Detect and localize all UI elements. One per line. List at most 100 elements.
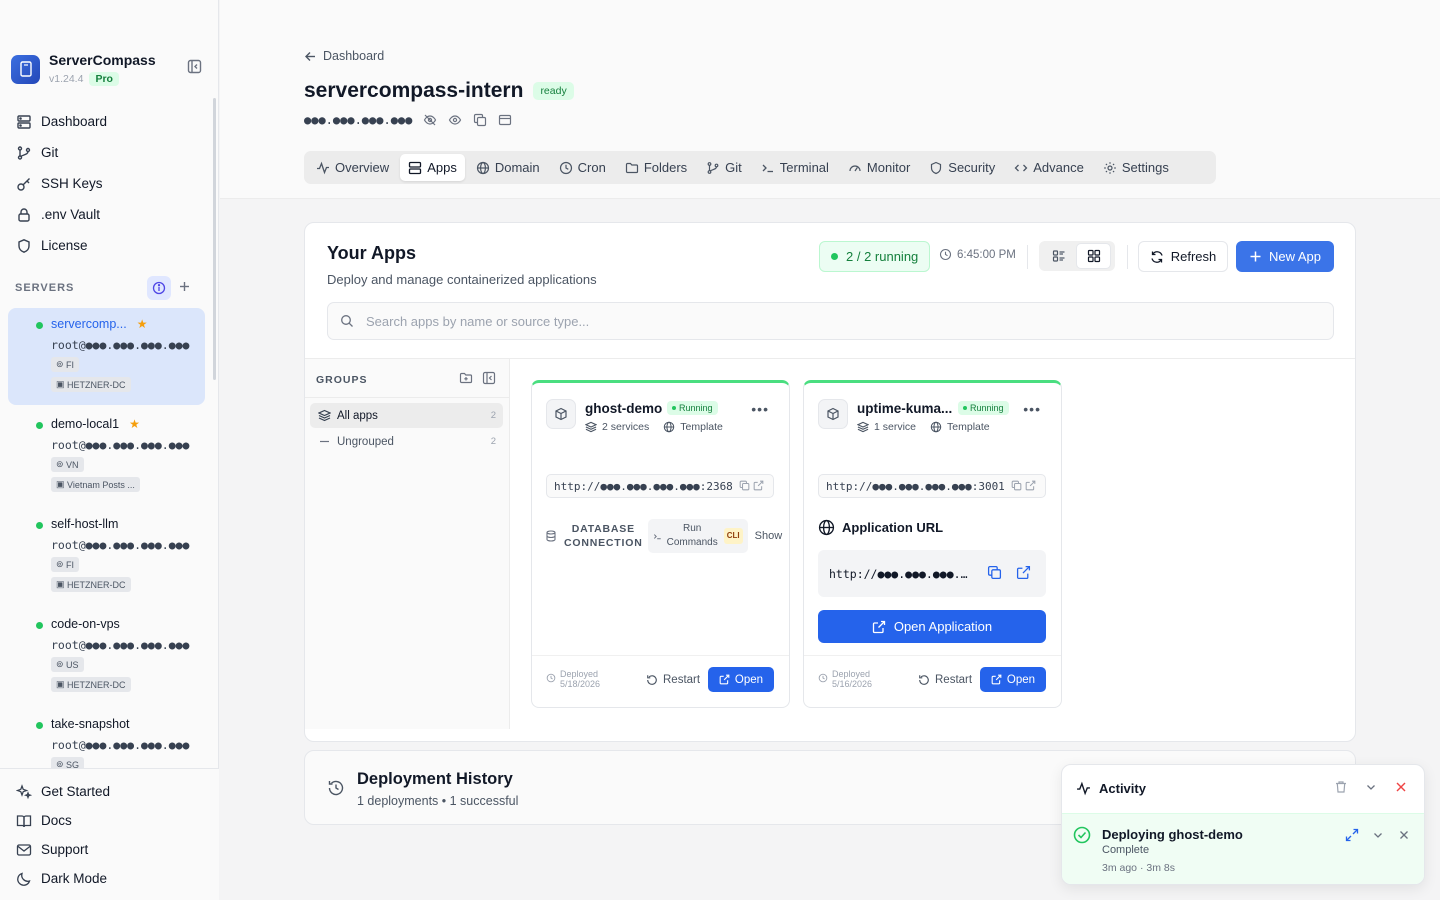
tab-advance[interactable]: Advance [1006,154,1092,181]
book-icon [16,814,32,827]
chevron-down-icon[interactable] [1371,828,1385,842]
globe-icon [664,421,675,433]
nav-license[interactable]: License [16,230,107,261]
provider-tag: ▣ HETZNER-DC [51,677,131,692]
tab-folders[interactable]: Folders [617,154,695,181]
globe-icon [818,519,835,536]
star-icon[interactable]: ★ [137,317,148,331]
eye-off-icon[interactable] [423,113,437,127]
nav-env-vault[interactable]: .env Vault [16,199,107,230]
provider-tag: ▣ HETZNER-DC [51,377,131,392]
nav-git[interactable]: Git [16,137,107,168]
clock-icon [818,673,828,683]
app-logo [11,54,40,84]
group-ungrouped[interactable]: Ungrouped 2 [310,429,503,454]
collapse-panel-icon[interactable] [482,371,496,385]
restart-button[interactable]: Restart [646,674,700,686]
copy-icon[interactable] [473,113,487,127]
nav-dashboard[interactable]: Dashboard [16,106,107,137]
server-icon [409,161,422,174]
tab-domain[interactable]: Domain [468,154,548,181]
tab-security[interactable]: Security [921,154,1003,181]
server-item-servercompass[interactable]: servercomp... ★ root@●●●.●●●.●●●.●●● ⊚ FI… [8,308,205,405]
sidebar-collapse-icon[interactable] [186,58,203,75]
globe-icon [930,421,942,433]
app-card-uptime-kuma[interactable]: uptime-kuma... Running ••• 1 service Tem… [803,380,1062,708]
app-name: ServerCompass [49,52,156,68]
search-input[interactable]: Search apps by name or source type... [327,302,1334,340]
region-tag: ⊚ FI [51,557,80,572]
history-icon [327,779,345,797]
run-commands-button[interactable]: Run Commands CLI [647,519,748,553]
running-count-badge: 2 / 2 running [819,241,931,272]
shield-icon [931,161,942,174]
server-item-demo-local1[interactable]: demo-local1 ★ root@●●●.●●●.●●●.●●● ⊚ VN ▣… [8,408,205,508]
eye-icon[interactable] [448,113,462,127]
close-icon[interactable] [1394,780,1408,794]
server-item-self-host-llm[interactable]: self-host-llm root@●●●.●●●.●●●.●●● ⊚ FI … [8,508,205,608]
add-server-icon[interactable] [178,280,191,293]
server-item-code-on-vps[interactable]: code-on-vps root@●●●.●●●.●●●.●●● ⊚ US ▣ … [8,608,205,708]
activity-title: Activity [1099,781,1146,796]
expand-icon[interactable] [1345,828,1359,842]
nav-ssh-keys[interactable]: SSH Keys [16,168,107,199]
code-icon [1014,164,1028,171]
online-status-icon [36,522,43,529]
application-url-field[interactable]: http://●●●.●●●.●●●.●●●:3001 [818,550,1046,597]
refresh-button[interactable]: Refresh [1138,241,1228,272]
tab-monitor[interactable]: Monitor [840,154,918,181]
online-status-icon [36,722,43,729]
nav-get-started[interactable]: Get Started [16,777,219,806]
app-card-ghost-demo[interactable]: ghost-demo Running ••• 2 services Templa… [531,380,790,708]
location-icon: ⊚ [56,359,67,369]
tab-terminal[interactable]: Terminal [753,154,837,181]
divider [1127,245,1128,269]
region-tag: ⊚ SG [51,757,85,768]
server-login: root@●●●.●●●.●●●.●●● [51,438,190,452]
activity-item[interactable]: Deploying ghost-demo Complete 3m ago · 3… [1062,813,1424,884]
app-name: ghost-demo [585,401,663,416]
more-icon[interactable]: ••• [1023,401,1041,417]
star-icon[interactable]: ★ [129,417,140,431]
open-button[interactable]: Open [980,667,1046,692]
server-ip: ●●●.●●●.●●●.●●● [304,113,512,127]
git-branch-icon [707,161,719,174]
app-url-field[interactable]: http://●●●.●●●.●●●.●●●:3001 [818,474,1046,498]
app-url-field[interactable]: http://●●●.●●●.●●●.●●●:2368 [546,474,774,498]
tab-apps[interactable]: Apps [400,154,465,181]
grid-view-icon[interactable] [1076,243,1111,269]
tab-settings[interactable]: Settings [1095,154,1177,181]
more-icon[interactable]: ••• [751,401,769,417]
info-icon[interactable] [147,276,171,300]
show-button[interactable]: Show [755,530,783,542]
building-icon: ▣ [56,679,68,689]
app-version: v1.24.4 [49,73,84,85]
trash-icon[interactable] [1334,780,1348,794]
nav-docs[interactable]: Docs [16,806,219,835]
server-item-take-snapshot[interactable]: take-snapshot root@●●●.●●●.●●●.●●● ⊚ SG [8,708,205,768]
open-application-button[interactable]: Open Application [818,610,1046,643]
window-icon[interactable] [498,113,512,127]
list-view-icon[interactable] [1041,243,1076,269]
open-button[interactable]: Open [708,667,774,692]
close-icon[interactable] [1397,828,1411,842]
tab-overview[interactable]: Overview [308,154,397,181]
app-name: uptime-kuma... [857,401,953,416]
folder-plus-icon[interactable] [459,371,473,385]
restart-button[interactable]: Restart [918,674,972,686]
nav-support[interactable]: Support [16,835,219,864]
new-app-button[interactable]: New App [1236,241,1334,272]
tab-git[interactable]: Git [698,154,750,181]
nav-dark-mode[interactable]: Dark Mode [16,864,219,893]
group-all-apps[interactable]: All apps 2 [310,403,503,428]
chevron-down-icon[interactable] [1364,780,1378,794]
building-icon: ▣ [56,479,68,489]
activity-panel: Activity Deploying ghost-demo Complete 3… [1061,764,1425,885]
tab-cron[interactable]: Cron [551,154,614,181]
breadcrumb[interactable]: Dashboard [304,49,384,63]
apps-title: Your Apps [327,243,416,263]
sidebar-scrollbar[interactable] [213,98,216,380]
server-list: servercomp... ★ root@●●●.●●●.●●●.●●● ⊚ FI… [8,308,205,768]
deployed-date: Deployed 5/18/2026 [546,669,600,689]
plan-badge: Pro [89,72,119,86]
